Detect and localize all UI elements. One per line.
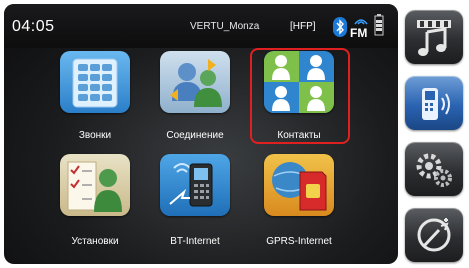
status-bar: 04:05 VERTU_Monza [HFP] FM: [4, 4, 398, 48]
bt-internet-tile[interactable]: [160, 154, 230, 216]
settings-label: Установки: [71, 236, 119, 247]
connection-tile[interactable]: [160, 51, 230, 113]
keypad-icon: [72, 58, 118, 108]
connection-label: Соединение: [166, 130, 224, 141]
media-icon: [417, 20, 451, 56]
settings-button[interactable]: [405, 142, 463, 196]
navigation-button[interactable]: [405, 208, 463, 262]
connection-icon: [170, 59, 222, 107]
settings-tile[interactable]: [60, 154, 130, 216]
gears-icon: [416, 153, 452, 187]
gprs-simcard-icon: [272, 162, 327, 211]
selection-highlight: [250, 48, 350, 144]
bt-internet-label: BT-Internet: [170, 236, 220, 247]
fm-signal-icon: [354, 19, 368, 25]
phone-button[interactable]: [405, 76, 463, 130]
clock: 04:05: [12, 18, 55, 35]
calls-label: Звонки: [78, 130, 112, 141]
fm-radio-icon: FM: [350, 26, 368, 40]
gprs-internet-tile[interactable]: [264, 154, 334, 216]
calls-tile[interactable]: [60, 51, 130, 113]
media-button[interactable]: [405, 10, 463, 64]
device-name: VERTU_Monza: [190, 21, 260, 32]
settings-checklist-icon: [67, 161, 122, 212]
battery-icon: [374, 14, 384, 36]
bt-phone-icon: [169, 163, 213, 207]
main-screen: 04:05 VERTU_Monza [HFP] FM Звонки Соедин…: [4, 4, 398, 264]
gprs-internet-label: GPRS-Internet: [266, 236, 332, 247]
navigation-icon: [417, 218, 451, 252]
phone-icon: [422, 88, 450, 120]
profile-indicator: [HFP]: [290, 21, 316, 32]
bluetooth-icon: [333, 17, 347, 37]
